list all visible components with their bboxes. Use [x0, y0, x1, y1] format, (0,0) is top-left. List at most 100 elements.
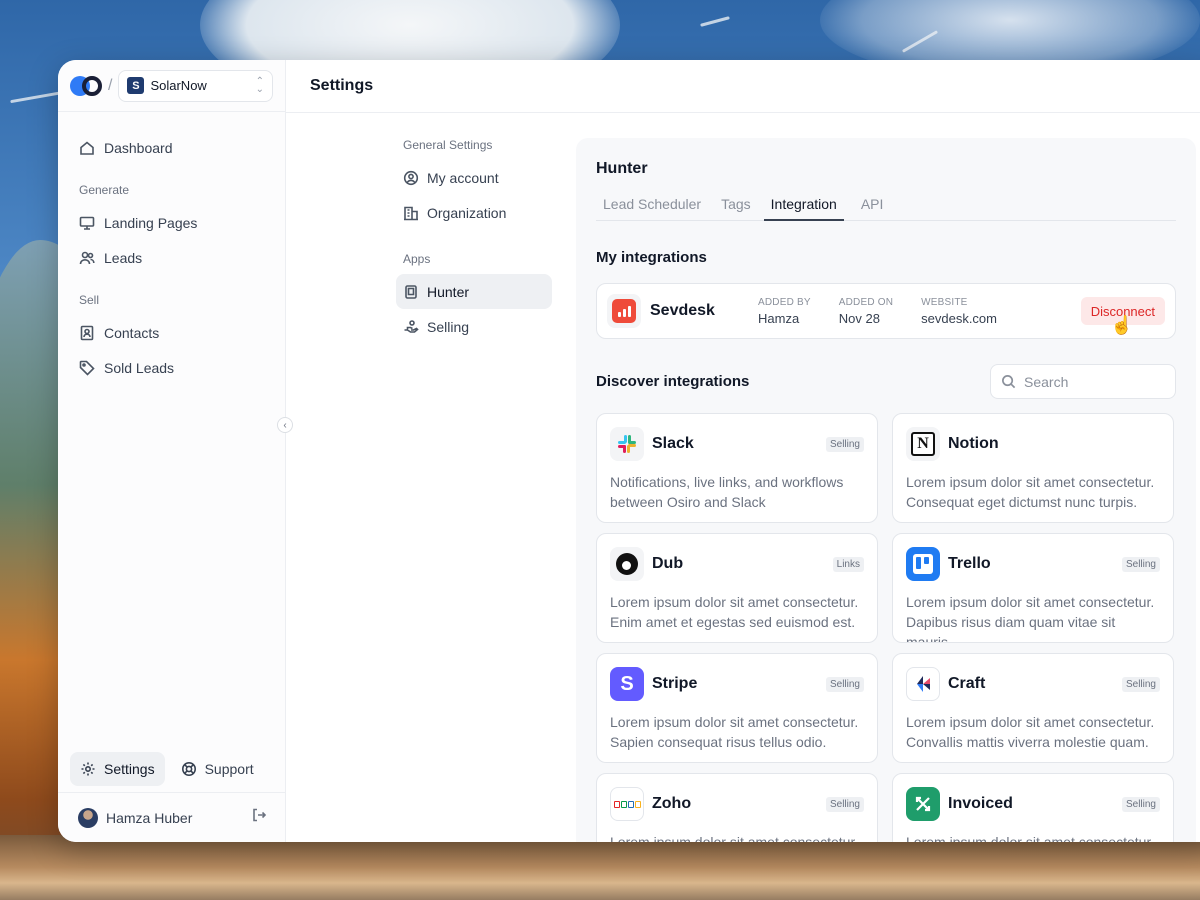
sidebar-item-label: Leads: [104, 249, 143, 266]
settings-item-label: Hunter: [427, 283, 470, 300]
sidebar-item-sold-leads[interactable]: Sold Leads: [70, 350, 273, 385]
integration-description: Lorem ipsum dolor sit amet consectetur. …: [906, 474, 1155, 510]
settings-item-organization[interactable]: Organization: [396, 195, 552, 230]
tab-bar: Lead Scheduler Tags Integration API: [596, 196, 1176, 221]
sidebar-item-label: Landing Pages: [104, 214, 198, 231]
sidebar-item-dashboard[interactable]: Dashboard: [70, 130, 273, 165]
added-by: ADDED BY Hamza: [758, 297, 811, 326]
discover-header: Discover integrations: [596, 364, 1176, 399]
integration-description: Lorem ipsum dolor sit amet consectetur. …: [906, 594, 1155, 643]
lifebuoy-icon: [181, 762, 196, 776]
tab-integration[interactable]: Integration: [763, 196, 844, 221]
app-window: / S SolarNow ⌃ ⌄ Dashboard Generate Landi…: [58, 60, 1200, 842]
sidebar-bottom: Settings Support Hamza Huber: [58, 752, 285, 842]
integration-name: Sevdesk: [650, 302, 715, 319]
user-name: Hamza Huber: [106, 809, 193, 826]
chevron-updown-icon: ⌃ ⌄: [255, 75, 264, 95]
category-badge: Selling: [1121, 796, 1160, 812]
added-on-value: Nov 28: [838, 310, 880, 326]
integration-description: Lorem ipsum dolor sit amet consectetur.: [610, 834, 859, 842]
category-badge: Links: [832, 556, 864, 572]
settings-item-my-account[interactable]: My account: [396, 160, 552, 195]
integration-name: Dub: [652, 555, 684, 572]
tag-icon: [79, 360, 95, 376]
trello-logo-icon: [906, 547, 940, 581]
sevdesk-logo-icon: [607, 294, 641, 328]
collapse-sidebar-button[interactable]: ‹: [277, 417, 293, 433]
integration-card-dub[interactable]: Dub Links Lorem ipsum dolor sit amet con…: [596, 533, 878, 643]
integration-name: Slack: [652, 435, 694, 452]
category-badge: Selling: [1121, 556, 1160, 572]
building-icon: [404, 206, 418, 220]
sidebar-item-landing-pages[interactable]: Landing Pages: [70, 205, 273, 240]
integration-card-stripe[interactable]: S Stripe Selling Lorem ipsum dolor sit a…: [596, 653, 878, 763]
avatar: [78, 807, 98, 828]
integration-card-notion[interactable]: N Notion Lorem ipsum dolor sit amet cons…: [892, 413, 1174, 523]
users-icon: [79, 251, 95, 264]
integration-card-invoiced[interactable]: Invoiced Selling Lorem ipsum dolor sit a…: [892, 773, 1174, 842]
sidebar-item-label: Sold Leads: [104, 359, 175, 376]
sidebar: / S SolarNow ⌃ ⌄ Dashboard Generate Landi…: [58, 60, 293, 842]
hunter-app-icon: [405, 284, 417, 299]
settings-item-selling[interactable]: Selling: [396, 309, 552, 344]
workspace-switcher[interactable]: S SolarNow ⌃ ⌄: [118, 69, 273, 102]
added-by-label: ADDED BY: [758, 296, 811, 308]
logout-icon[interactable]: [251, 807, 267, 828]
category-badge: Selling: [1121, 676, 1160, 692]
sidebar-item-leads[interactable]: Leads: [70, 240, 273, 275]
connected-integration-row: Sevdesk ADDED BY Hamza ADDED ON Nov 28 W…: [596, 283, 1176, 339]
sidebar-item-label: Dashboard: [104, 139, 173, 156]
search-box[interactable]: [990, 364, 1176, 399]
website: WEBSITE sevdesk.com: [921, 297, 997, 326]
panel-title: Hunter: [596, 160, 648, 177]
support-label: Support: [204, 761, 254, 777]
app-logo[interactable]: [70, 75, 104, 97]
integration-card-slack[interactable]: Slack Selling Notifications, live links,…: [596, 413, 878, 523]
sidebar-item-contacts[interactable]: Contacts: [70, 315, 273, 350]
settings-button[interactable]: Settings: [70, 752, 165, 786]
settings-section-apps: Apps: [403, 252, 431, 266]
hand-coins-icon: [404, 319, 419, 333]
discover-title: Discover integrations: [596, 373, 750, 390]
sidebar-header: / S SolarNow ⌃ ⌄: [58, 60, 285, 112]
search-icon: [1002, 375, 1016, 389]
sidebar-nav: Dashboard Generate Landing Pages Leads S…: [58, 112, 285, 752]
settings-item-hunter[interactable]: Hunter: [396, 274, 552, 309]
tab-tags[interactable]: Tags: [714, 196, 758, 221]
separator: /: [108, 76, 113, 94]
support-button[interactable]: Support: [171, 752, 264, 786]
stripe-logo-icon: S: [610, 667, 644, 701]
user-circle-icon: [403, 170, 419, 185]
integration-card-zoho[interactable]: Zoho Selling Lorem ipsum dolor sit amet …: [596, 773, 878, 842]
hunter-settings-panel: Hunter Lead Scheduler Tags Integration A…: [576, 138, 1196, 842]
craft-logo-icon: [906, 667, 940, 701]
my-integrations-title: My integrations: [596, 249, 707, 266]
nav-section-generate: Generate: [79, 183, 130, 197]
workspace-name: SolarNow: [150, 78, 207, 93]
added-on: ADDED ON Nov 28: [839, 297, 893, 326]
integration-card-trello[interactable]: Trello Selling Lorem ipsum dolor sit ame…: [892, 533, 1174, 643]
search-input[interactable]: [1024, 373, 1164, 390]
contact-card-icon: [80, 325, 94, 340]
zoho-logo-icon: [610, 787, 644, 821]
settings-item-label: Organization: [427, 204, 507, 221]
integration-card-craft[interactable]: Craft Selling Lorem ipsum dolor sit amet…: [892, 653, 1174, 763]
main-content: Settings General Settings My account Org…: [286, 60, 1200, 842]
integrations-grid: Slack Selling Notifications, live links,…: [596, 413, 1176, 842]
integration-description: Lorem ipsum dolor sit amet consectetur. …: [610, 594, 859, 630]
user-profile[interactable]: Hamza Huber: [58, 792, 285, 842]
added-on-label: ADDED ON: [838, 296, 894, 308]
integration-name: Notion: [948, 435, 999, 452]
integration-name: Stripe: [652, 675, 698, 692]
tab-lead-scheduler[interactable]: Lead Scheduler: [596, 196, 708, 221]
integration-name: Trello: [948, 555, 991, 572]
integration-description: Lorem ipsum dolor sit amet consectetur.: [906, 834, 1155, 842]
category-badge: Selling: [825, 436, 864, 452]
website-value: sevdesk.com: [921, 310, 997, 326]
settings-item-label: Selling: [427, 318, 470, 335]
tab-api[interactable]: API: [854, 196, 891, 221]
monitor-icon: [79, 216, 95, 230]
nav-section-sell: Sell: [79, 293, 100, 307]
settings-item-label: My account: [427, 169, 499, 186]
disconnect-button[interactable]: Disconnect ☝: [1080, 297, 1165, 335]
